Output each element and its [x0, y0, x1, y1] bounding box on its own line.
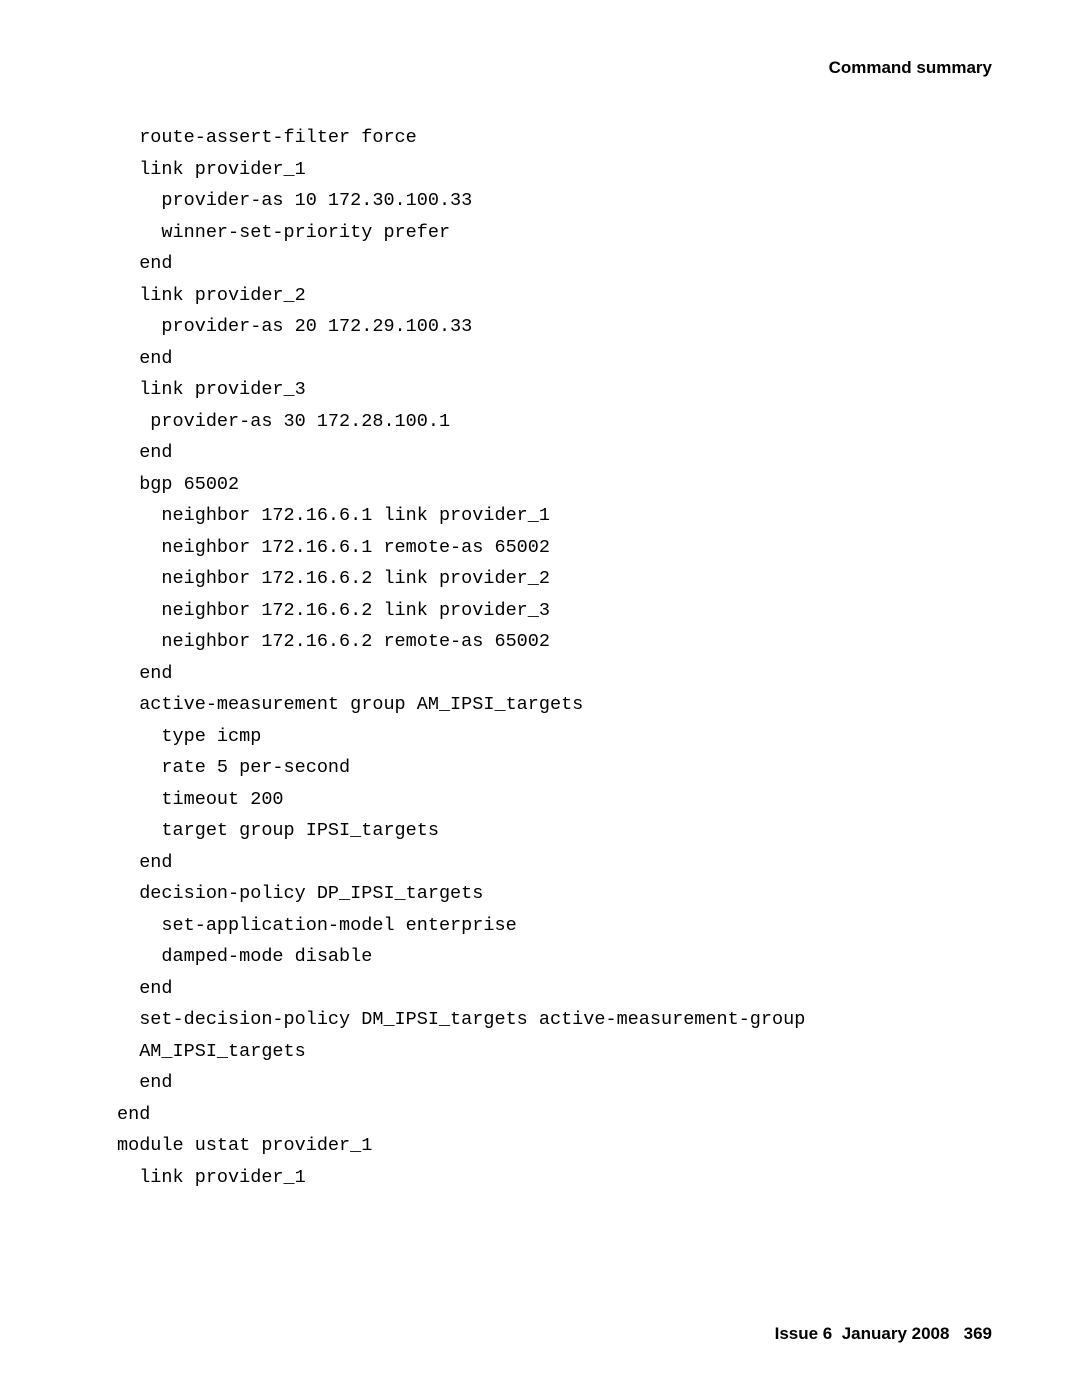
footer-issue: Issue 6 — [775, 1324, 833, 1343]
page-header: Command summary — [829, 58, 992, 78]
page-footer: Issue 6 January 2008 369 — [775, 1324, 992, 1344]
footer-page: 369 — [964, 1324, 992, 1343]
footer-date: January 2008 — [842, 1324, 950, 1343]
code-block: route-assert-filter force link provider_… — [117, 122, 805, 1193]
